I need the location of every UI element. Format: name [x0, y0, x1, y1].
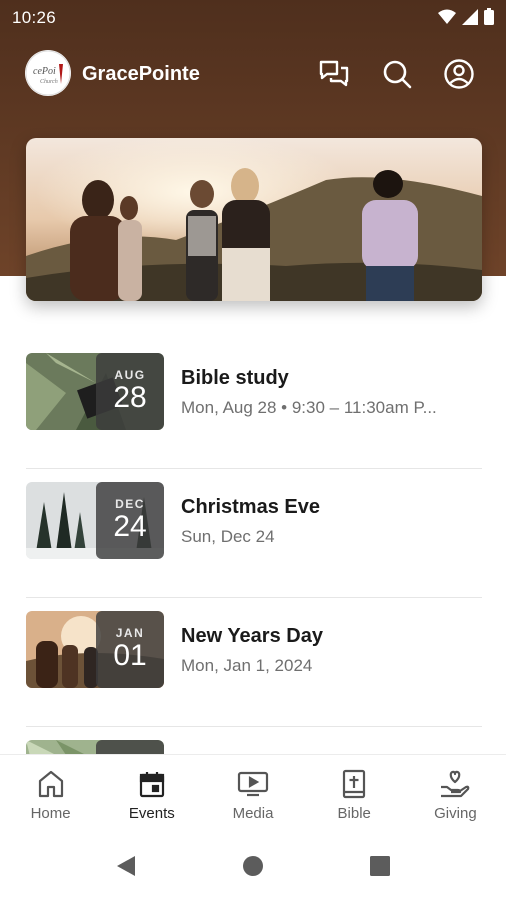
hero-photo — [26, 138, 482, 301]
event-title: New Years Day — [181, 625, 323, 647]
date-badge: JAN 01 — [96, 611, 164, 688]
search-icon — [383, 60, 412, 89]
event-item-bible-study[interactable]: AUG 28 Bible study Mon, Aug 28 • 9:30 – … — [26, 340, 482, 469]
nav-label: Events — [128, 805, 175, 822]
back-icon[interactable] — [115, 854, 137, 878]
date-badge: DEC 24 — [96, 482, 164, 559]
svg-text:cePoi: cePoi — [33, 66, 56, 77]
event-thumbnail: JAN 01 — [26, 611, 164, 688]
event-datetime: Mon, Jan 1, 2024 — [181, 656, 313, 675]
event-title: Christmas Eve — [181, 496, 320, 518]
status-time: 10:26 — [12, 8, 57, 27]
system-navigation-bar — [0, 834, 506, 900]
date-month: DEC — [115, 497, 145, 511]
app-bar: cePoi Church GracePointe — [0, 50, 506, 100]
recents-icon[interactable] — [369, 854, 391, 878]
nav-label: Home — [30, 805, 71, 822]
nav-media[interactable]: Media — [202, 755, 303, 835]
event-thumbnail: DEC 24 — [26, 482, 164, 559]
app-title: GracePointe — [82, 63, 200, 85]
account-button[interactable] — [442, 57, 476, 91]
nav-events[interactable]: Events — [101, 755, 202, 835]
status-icons — [438, 8, 494, 25]
event-thumbnail: AUG 28 — [26, 353, 164, 430]
event-datetime: Mon, Aug 28 • 9:30 – 11:30am P... — [181, 398, 437, 417]
search-button[interactable] — [380, 57, 414, 91]
home-circle-icon[interactable] — [242, 854, 264, 878]
nav-label: Media — [232, 805, 274, 822]
date-day: 24 — [113, 510, 147, 543]
media-icon — [237, 771, 269, 797]
logo-graphic: cePoi Church — [25, 50, 71, 96]
calendar-icon — [139, 772, 164, 798]
battery-icon — [484, 8, 494, 25]
status-bar: 10:26 — [0, 0, 506, 34]
bottom-navigation: Home Events Media Bible Giving — [0, 754, 506, 835]
event-datetime: Sun, Dec 24 — [181, 527, 275, 546]
date-day: 01 — [113, 639, 147, 672]
bible-icon — [343, 769, 366, 799]
nav-label: Giving — [434, 805, 477, 822]
event-title: Bible study — [181, 367, 289, 389]
account-icon — [444, 59, 474, 89]
hero-image[interactable] — [26, 138, 482, 301]
wifi-icon — [438, 9, 456, 24]
home-icon — [38, 770, 63, 798]
event-item-christmas-eve[interactable]: DEC 24 Christmas Eve Sun, Dec 24 — [26, 469, 482, 598]
date-badge: AUG 28 — [96, 353, 164, 430]
event-item-new-years-day[interactable]: JAN 01 New Years Day Mon, Jan 1, 2024 — [26, 598, 482, 727]
giving-icon — [441, 770, 470, 798]
nav-bible[interactable]: Bible — [304, 755, 405, 835]
chat-icon — [319, 60, 349, 87]
signal-icon — [462, 8, 478, 25]
nav-giving[interactable]: Giving — [405, 755, 506, 835]
date-month: AUG — [114, 368, 146, 382]
church-logo[interactable]: cePoi Church — [25, 50, 71, 96]
nav-label: Bible — [337, 805, 371, 822]
svg-text:Church: Church — [40, 79, 58, 85]
date-day: 28 — [113, 381, 147, 414]
chat-button[interactable] — [317, 57, 351, 91]
date-month: JAN — [115, 626, 145, 640]
nav-home[interactable]: Home — [0, 755, 101, 835]
